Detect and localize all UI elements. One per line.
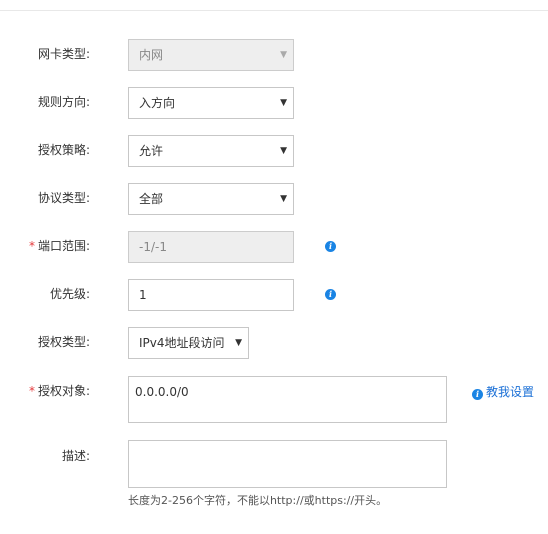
description-textarea[interactable] bbox=[128, 440, 447, 488]
priority-label: 优先级: bbox=[49, 287, 90, 301]
help-link[interactable]: i 教我设置 bbox=[472, 384, 534, 400]
required-mark: * bbox=[28, 384, 35, 398]
auth-type-value: IPv4地址段访问 bbox=[139, 336, 225, 350]
direction-select[interactable]: 入方向 ▼ bbox=[128, 87, 294, 119]
required-mark: * bbox=[28, 239, 35, 253]
priority-value: 1 bbox=[139, 288, 147, 302]
direction-value: 入方向 bbox=[139, 96, 176, 110]
direction-label: 规则方向: bbox=[37, 95, 90, 109]
caret-down-icon: ▼ bbox=[280, 50, 287, 60]
info-icon: i bbox=[472, 389, 483, 400]
auth-type-select[interactable]: IPv4地址段访问 ▼ bbox=[128, 327, 249, 359]
description-hint: 长度为2-256个字符，不能以http://或https://开头。 bbox=[128, 494, 388, 507]
description-label: 描述: bbox=[61, 449, 90, 463]
nic-type-label: 网卡类型: bbox=[37, 47, 90, 61]
caret-down-icon: ▼ bbox=[235, 338, 242, 348]
auth-object-textarea[interactable]: 0.0.0.0/0 bbox=[128, 376, 447, 423]
top-divider bbox=[0, 10, 548, 11]
nic-type-value: 内网 bbox=[139, 48, 164, 62]
port-range-input: -1/-1 bbox=[128, 231, 294, 263]
protocol-value: 全部 bbox=[139, 192, 164, 206]
protocol-select[interactable]: 全部 ▼ bbox=[128, 183, 294, 215]
caret-down-icon: ▼ bbox=[280, 146, 287, 156]
nic-type-select: 内网 ▼ bbox=[128, 39, 294, 71]
policy-select[interactable]: 允许 ▼ bbox=[128, 135, 294, 167]
auth-object-label: * 授权对象: bbox=[28, 384, 90, 398]
policy-value: 允许 bbox=[139, 144, 164, 158]
policy-label: 授权策略: bbox=[37, 143, 90, 157]
auth-type-label: 授权类型: bbox=[37, 335, 90, 349]
info-icon[interactable]: i bbox=[325, 289, 336, 300]
caret-down-icon: ▼ bbox=[280, 98, 287, 108]
protocol-label: 协议类型: bbox=[37, 191, 90, 205]
help-link-label: 教我设置 bbox=[486, 385, 535, 399]
auth-object-value: 0.0.0.0/0 bbox=[135, 385, 189, 399]
priority-input[interactable]: 1 bbox=[128, 279, 294, 311]
info-icon[interactable]: i bbox=[325, 241, 336, 252]
port-range-value: -1/-1 bbox=[139, 240, 167, 254]
port-range-label: * 端口范围: bbox=[28, 239, 90, 253]
caret-down-icon: ▼ bbox=[280, 194, 287, 204]
